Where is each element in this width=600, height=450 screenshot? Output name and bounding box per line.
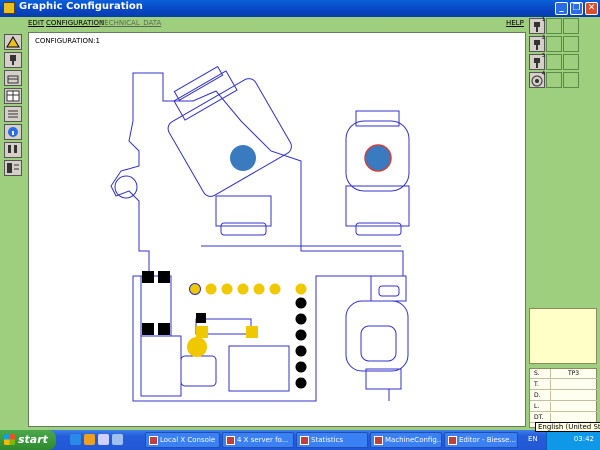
tool-number: 4	[541, 71, 545, 77]
app-icon	[374, 436, 383, 445]
info-icon[interactable]	[4, 124, 22, 140]
drill-warning-icon[interactable]	[4, 34, 22, 50]
quicklaunch-search-icon[interactable]	[84, 434, 95, 445]
task-machineconfig[interactable]: MachineConfig...	[370, 432, 442, 448]
tool-slot-empty[interactable]	[563, 36, 579, 52]
multi-tool-icon[interactable]	[4, 142, 22, 158]
tool-slot-empty[interactable]	[546, 18, 562, 34]
minimize-button[interactable]: _	[555, 2, 568, 15]
tool-slot-2[interactable]: 2	[529, 35, 545, 52]
tool-list-icon[interactable]	[4, 160, 22, 176]
language-indicator[interactable]: EN	[528, 435, 538, 443]
task-statistics[interactable]: Statistics	[296, 432, 368, 448]
system-tray: 03:42	[546, 430, 600, 450]
tool-panel: 1 2 3 4 S. TP3 T. D. L. DT.	[529, 17, 598, 428]
app-icon	[226, 436, 235, 445]
menu-help[interactable]: HELP	[506, 19, 524, 27]
menu-edit[interactable]: EDIT	[28, 19, 44, 27]
task-editor[interactable]: Editor - Biesse...	[444, 432, 518, 448]
tool-slot-empty[interactable]	[563, 72, 579, 88]
windows-logo-icon	[4, 434, 15, 445]
table-row: D.	[530, 391, 598, 401]
quicklaunch-explorer-icon[interactable]	[98, 434, 109, 445]
table-row: S. TP3	[530, 369, 598, 379]
start-button[interactable]: start	[0, 430, 56, 450]
tool-slot-empty[interactable]	[563, 54, 579, 70]
row-key: L.	[534, 403, 540, 410]
tool-number: 3	[541, 53, 545, 59]
machine-head-drawing	[110, 65, 410, 402]
row-value: TP3	[550, 369, 596, 378]
tool-slot-empty[interactable]	[563, 18, 579, 34]
clock[interactable]: 03:42	[574, 435, 594, 443]
task-label: MachineConfig...	[385, 436, 442, 444]
app-icon	[300, 436, 309, 445]
task-x-server[interactable]: 4 X server fo...	[222, 432, 294, 448]
app-icon	[3, 2, 15, 14]
tool-grid: 1 2 3 4	[529, 17, 597, 90]
menu-bar: EDIT CONFIGURATION TECHNICAL_DATA HELP	[28, 18, 526, 30]
quicklaunch-ie-icon[interactable]	[70, 434, 81, 445]
tool-slot-empty[interactable]	[546, 36, 562, 52]
menu-technical-data[interactable]: TECHNICAL_DATA	[100, 19, 161, 27]
table-row: L.	[530, 402, 598, 412]
tool-number: 1	[541, 17, 545, 23]
tool-info-table: S. TP3 T. D. L. DT.	[529, 368, 598, 428]
row-value	[550, 391, 596, 400]
tool-slot-4[interactable]: 4	[529, 71, 545, 88]
start-label: start	[18, 433, 48, 446]
tool-slot-3[interactable]: 3	[529, 53, 545, 70]
task-label: 4 X server fo...	[237, 436, 289, 444]
restore-button[interactable]: ❐	[570, 2, 583, 15]
row-key: T.	[534, 381, 539, 388]
row-key: DT.	[534, 414, 544, 421]
row-value	[550, 413, 596, 422]
app-icon	[448, 436, 457, 445]
basket-icon[interactable]	[4, 70, 22, 86]
grid-table-icon[interactable]	[4, 88, 22, 104]
close-button[interactable]: ✕	[585, 2, 598, 15]
row-key: S.	[534, 370, 540, 377]
tool-slot-empty[interactable]	[546, 72, 562, 88]
quicklaunch-word-icon[interactable]	[112, 434, 123, 445]
tool-number: 2	[541, 35, 545, 41]
lines-icon[interactable]	[4, 106, 22, 122]
task-label: Statistics	[311, 436, 343, 444]
left-toolbar	[4, 34, 22, 178]
row-value	[550, 402, 596, 411]
configuration-canvas[interactable]: CONFIGURATION:1	[28, 32, 526, 427]
app-icon	[149, 436, 158, 445]
task-local-x-console[interactable]: Local X Console	[145, 432, 220, 448]
table-row: T.	[530, 380, 598, 390]
row-value	[550, 380, 596, 389]
title-bar[interactable]: Graphic Configuration _ ❐ ✕	[0, 0, 600, 17]
tool-preview-panel	[529, 308, 597, 364]
taskbar: start Local X Console 4 X server fo... S…	[0, 430, 600, 450]
task-label: Editor - Biesse...	[459, 436, 517, 444]
language-tooltip: English (United States)	[535, 422, 600, 432]
window-title: Graphic Configuration	[19, 1, 143, 12]
menu-configuration[interactable]: CONFIGURATION	[46, 19, 104, 27]
app-window: Graphic Configuration _ ❐ ✕ EDIT CONFIGU…	[0, 0, 600, 430]
row-key: D.	[534, 392, 541, 399]
drill-tool-icon[interactable]	[4, 52, 22, 68]
tool-slot-empty[interactable]	[546, 54, 562, 70]
tool-slot-1[interactable]: 1	[529, 17, 545, 34]
task-label: Local X Console	[160, 436, 216, 444]
